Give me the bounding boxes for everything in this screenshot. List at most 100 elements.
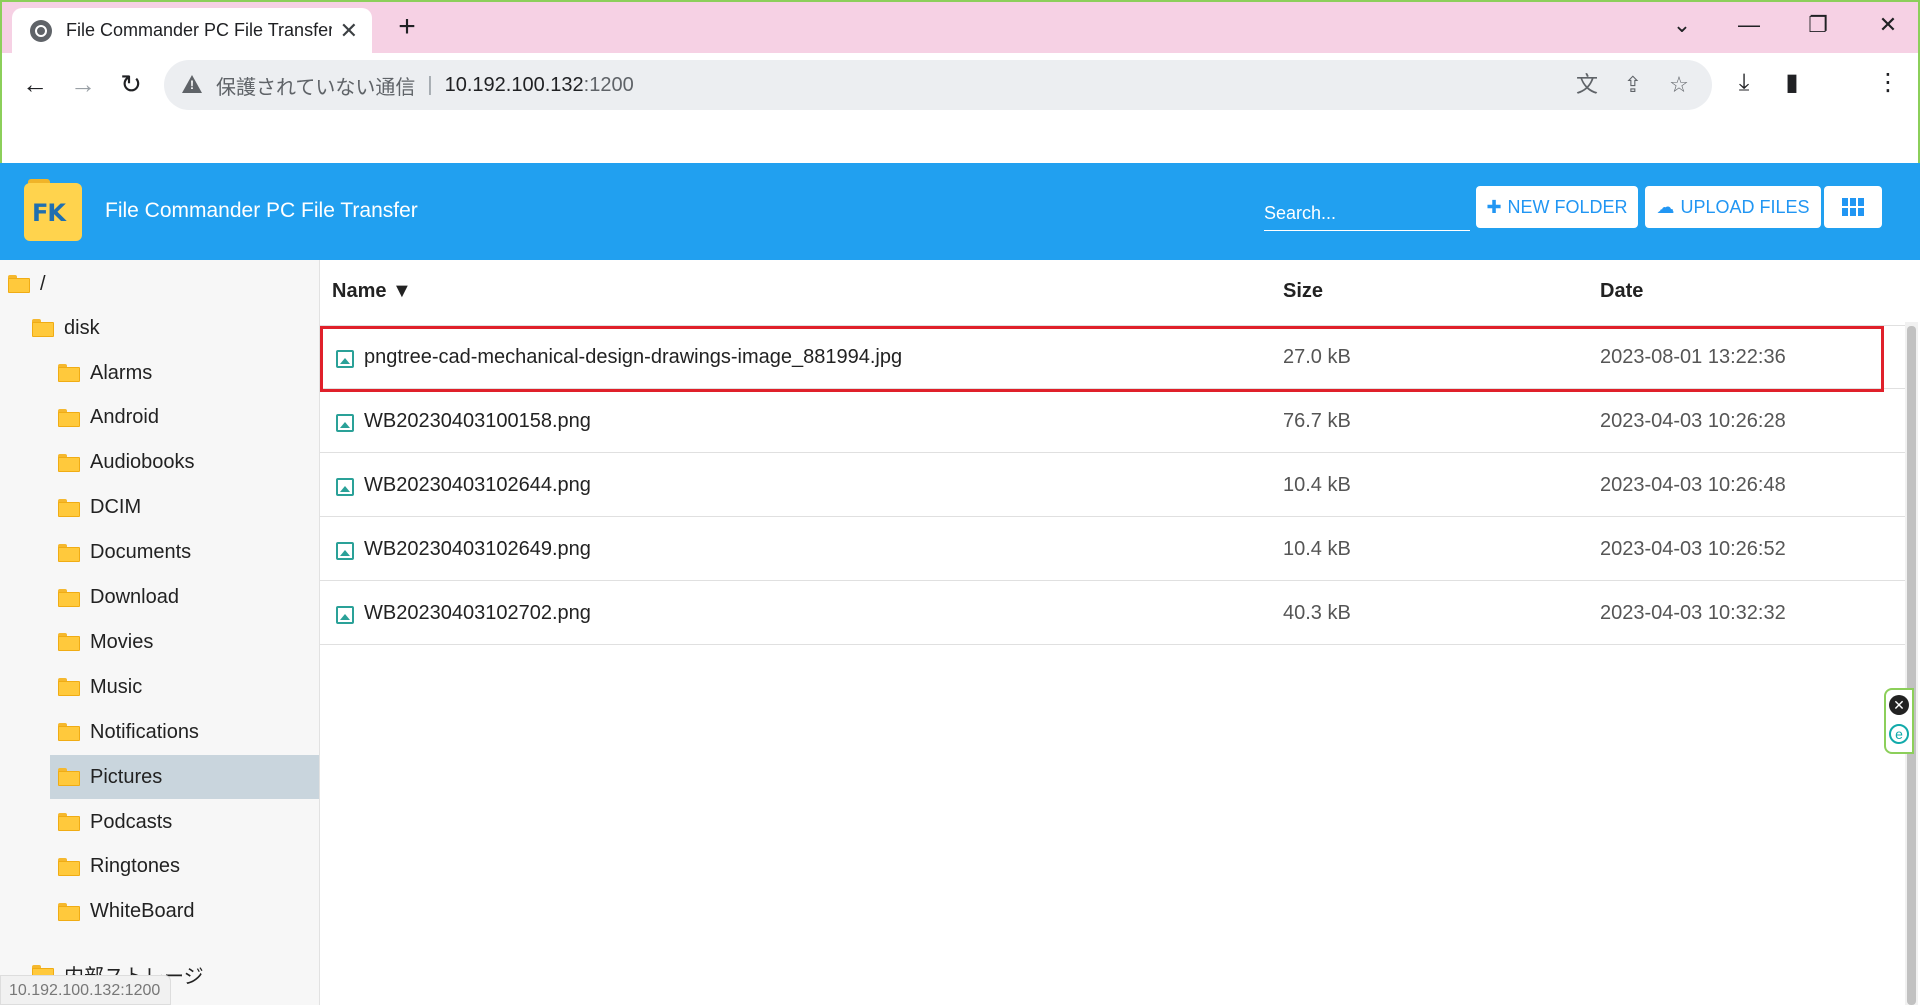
new-tab-button[interactable]: + [394,10,420,44]
tree-label: DCIM [90,496,142,519]
cloud-upload-icon: ☁ [1656,196,1675,217]
table-header: Name ▼ Size Date [320,260,1905,326]
file-date: 2023-04-03 10:26:48 [1600,474,1786,496]
close-circle-icon[interactable]: ✕ [1889,695,1909,715]
tree-label: Music [90,675,143,698]
folder-icon [32,319,54,337]
tree-label: WhiteBoard [90,900,195,923]
file-name[interactable]: WB20230403102649.png [364,538,591,561]
new-folder-button[interactable]: ✚ NEW FOLDER [1476,186,1638,228]
tree-item-documents[interactable]: Documents [50,531,319,575]
address-host: 10.192.100.132 [444,73,584,96]
tree-item-ringtones[interactable]: Ringtones [50,845,319,889]
file-size: 40.3 kB [1283,602,1351,624]
menu-icon[interactable]: ⋮ [1870,65,1906,101]
new-folder-label: NEW FOLDER [1507,196,1628,217]
extension-e-icon[interactable]: e [1889,724,1909,744]
extension-widget: ✕ e [1884,688,1914,754]
tree-label: Ringtones [90,855,181,878]
image-file-icon [336,606,354,624]
folder-tree: / disk Alarms Android Audiobooks DCIM Docume… [0,260,320,1005]
app-title: File Commander PC File Transfer [105,199,418,222]
file-name[interactable]: WB20230403102644.png [364,474,591,497]
close-window-button[interactable]: ✕ [1868,10,1908,40]
file-size: 27.0 kB [1283,346,1351,368]
tree-item-alarms[interactable]: Alarms [50,351,319,395]
address-separator: | [427,73,433,96]
sidepanel-icon[interactable]: ▮ [1774,65,1810,101]
minimize-button[interactable]: — [1729,10,1769,40]
table-row[interactable]: WB20230403102644.png 10.4 kB 2023-04-03 10… [320,454,1905,517]
tree-label: Documents [90,541,192,564]
file-name[interactable]: WB20230403100158.png [364,410,591,433]
scrollbar-thumb[interactable] [1907,326,1916,1005]
tree-item-download[interactable]: Download [50,576,319,620]
file-date: 2023-04-03 10:26:52 [1600,538,1786,560]
browser-chrome: File Commander PC File Transfer ✕ + ⌄ — … [0,0,1920,163]
file-date: 2023-04-03 10:32:32 [1600,602,1786,624]
app-header: FK File Commander PC File Transfer Searc… [0,163,1920,260]
table-row[interactable]: WB20230403100158.png 76.7 kB 2023-04-03 10… [320,390,1905,453]
column-header-date[interactable]: Date [1600,280,1643,303]
upload-files-label: UPLOAD FILES [1680,196,1810,217]
tree-label: Pictures [90,765,163,788]
tree-root[interactable]: / [8,262,308,306]
browser-toolbar: ← → ↻ 保護されていない通信 | 10.192.100.132:1200 文… [2,53,1918,115]
tab-close-icon[interactable]: ✕ [340,18,358,44]
bookmark-star-icon[interactable]: ☆ [1666,70,1692,100]
folder-icon [58,768,80,787]
column-header-size[interactable]: Size [1283,280,1323,303]
tree-item-notifications[interactable]: Notifications [50,710,319,754]
reload-button[interactable]: ↻ [114,67,148,101]
tree-item-movies[interactable]: Movies [50,620,319,664]
file-name[interactable]: WB20230403102702.png [364,602,591,625]
column-header-name[interactable]: Name ▼ [332,280,412,303]
file-name[interactable]: pngtree-cad-mechanical-design-drawings-i… [364,346,902,369]
tree-item-podcasts[interactable]: Podcasts [50,800,319,844]
upload-files-button[interactable]: ☁ UPLOAD FILES [1645,186,1821,228]
translate-icon[interactable]: 文 [1574,70,1600,100]
table-row[interactable]: pngtree-cad-mechanical-design-drawings-i… [320,326,1905,389]
tree-item-dcim[interactable]: DCIM [50,486,319,530]
plus-icon: ✚ [1486,196,1502,217]
search-input[interactable]: Search... [1264,195,1470,231]
folder-icon [8,275,30,293]
image-file-icon [336,478,354,496]
tab-list-icon[interactable]: ⌄ [1662,10,1702,40]
file-size: 76.7 kB [1283,410,1351,432]
address-bar[interactable]: 保護されていない通信 | 10.192.100.132:1200 文 ⇪ ☆ [164,60,1712,110]
folder-icon [58,857,80,876]
download-icon[interactable]: ⤓ [1726,65,1762,101]
image-file-icon [336,542,354,560]
folder-icon [58,633,80,652]
grid-view-button[interactable] [1824,186,1882,228]
warning-icon[interactable] [182,74,204,96]
folder-icon [58,902,80,921]
back-button[interactable]: ← [18,67,52,101]
tree-item-music[interactable]: Music [50,665,319,709]
file-list: Name ▼ Size Date pngtree-cad-mechanical-… [320,260,1905,1005]
tree-item-audiobooks[interactable]: Audiobooks [50,441,319,485]
tree-item-whiteboard[interactable]: WhiteBoard [50,890,319,934]
folder-icon [58,364,80,382]
tree-item-disk[interactable]: disk [32,306,312,350]
folder-icon [58,408,80,427]
folder-icon [58,723,80,742]
file-size: 10.4 kB [1283,538,1351,560]
restore-button[interactable]: ❐ [1798,10,1838,40]
table-row[interactable]: WB20230403102702.png 40.3 kB 2023-04-03 10… [320,582,1905,645]
table-row[interactable]: WB20230403102649.png 10.4 kB 2023-04-03 10… [320,518,1905,581]
file-size: 10.4 kB [1283,474,1351,496]
share-icon[interactable]: ⇪ [1620,70,1646,100]
logo-text: FK [32,199,66,227]
tab-title: File Commander PC File Transfer [66,20,332,40]
security-status-text: 保護されていない通信 [216,76,416,99]
tree-label: Alarms [90,361,153,384]
tree-label: Movies [90,630,154,653]
folder-icon [58,813,80,831]
image-file-icon [336,350,354,368]
tree-item-pictures[interactable]: Pictures [50,755,319,800]
forward-button[interactable]: → [66,67,100,101]
tree-item-android[interactable]: Android [50,396,319,440]
browser-tab[interactable]: File Commander PC File Transfer ✕ [12,8,372,53]
